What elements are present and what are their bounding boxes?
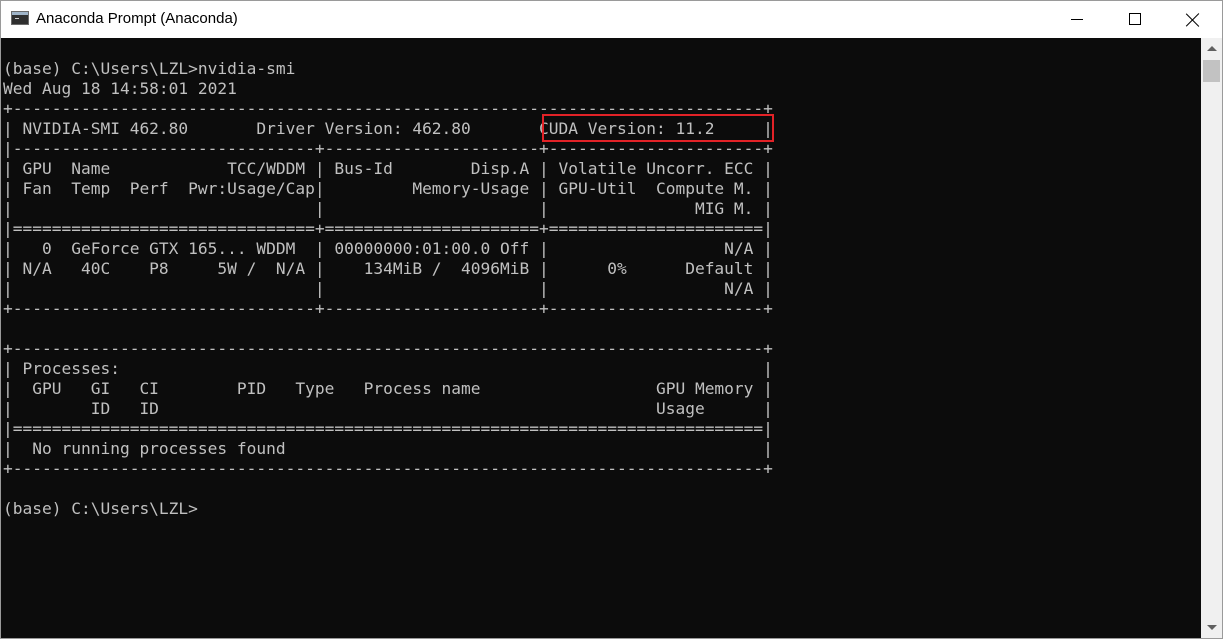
terminal-line: |-------------------------------+-------… xyxy=(3,139,773,158)
close-icon xyxy=(1186,13,1200,27)
terminal-line: (base) C:\Users\LZL>nvidia-smi xyxy=(3,59,296,78)
terminal-line: | N/A 40C P8 5W / N/A | 134MiB / 4096MiB… xyxy=(3,259,773,278)
terminal-line: | No running processes found | xyxy=(3,439,773,458)
window-title: Anaconda Prompt (Anaconda) xyxy=(36,10,238,27)
terminal-line: +---------------------------------------… xyxy=(3,459,773,478)
minimize-icon xyxy=(1071,19,1083,20)
scrollbar-thumb[interactable] xyxy=(1203,60,1220,82)
terminal-line: | Processes: | xyxy=(3,359,773,378)
terminal-line: | | | MIG M. | xyxy=(3,199,773,218)
maximize-icon xyxy=(1129,13,1141,25)
console-window: Anaconda Prompt (Anaconda) (base) C:\Use… xyxy=(0,0,1223,639)
terminal-line: |===============================+=======… xyxy=(3,219,773,238)
maximize-button[interactable] xyxy=(1106,1,1164,38)
terminal-line: | Fan Temp Perf Pwr:Usage/Cap| Memory-Us… xyxy=(3,179,773,198)
terminal-line: | GPU GI CI PID Type Process name GPU Me… xyxy=(3,379,773,398)
cuda-version-highlight xyxy=(542,114,774,142)
terminal-line: | 0 GeForce GTX 165... WDDM | 00000000:0… xyxy=(3,239,773,258)
scroll-up-icon[interactable] xyxy=(1207,46,1217,51)
terminal-line: | GPU Name TCC/WDDM | Bus-Id Disp.A | Vo… xyxy=(3,159,773,178)
console-icon[interactable] xyxy=(11,11,29,25)
terminal-line: +-------------------------------+-------… xyxy=(3,299,773,318)
terminal-line: | | | N/A | xyxy=(3,279,773,298)
terminal-line: +---------------------------------------… xyxy=(3,339,773,358)
vertical-scrollbar[interactable] xyxy=(1201,38,1222,638)
scroll-down-icon[interactable] xyxy=(1207,625,1217,630)
terminal-line: |=======================================… xyxy=(3,419,773,438)
close-button[interactable] xyxy=(1164,1,1222,38)
terminal-line: Wed Aug 18 14:58:01 2021 xyxy=(3,79,237,98)
minimize-button[interactable] xyxy=(1048,1,1106,38)
terminal-line: | ID ID Usage | xyxy=(3,399,773,418)
command-prompt[interactable]: (base) C:\Users\LZL> xyxy=(3,499,198,519)
title-bar[interactable]: Anaconda Prompt (Anaconda) xyxy=(1,1,1222,38)
